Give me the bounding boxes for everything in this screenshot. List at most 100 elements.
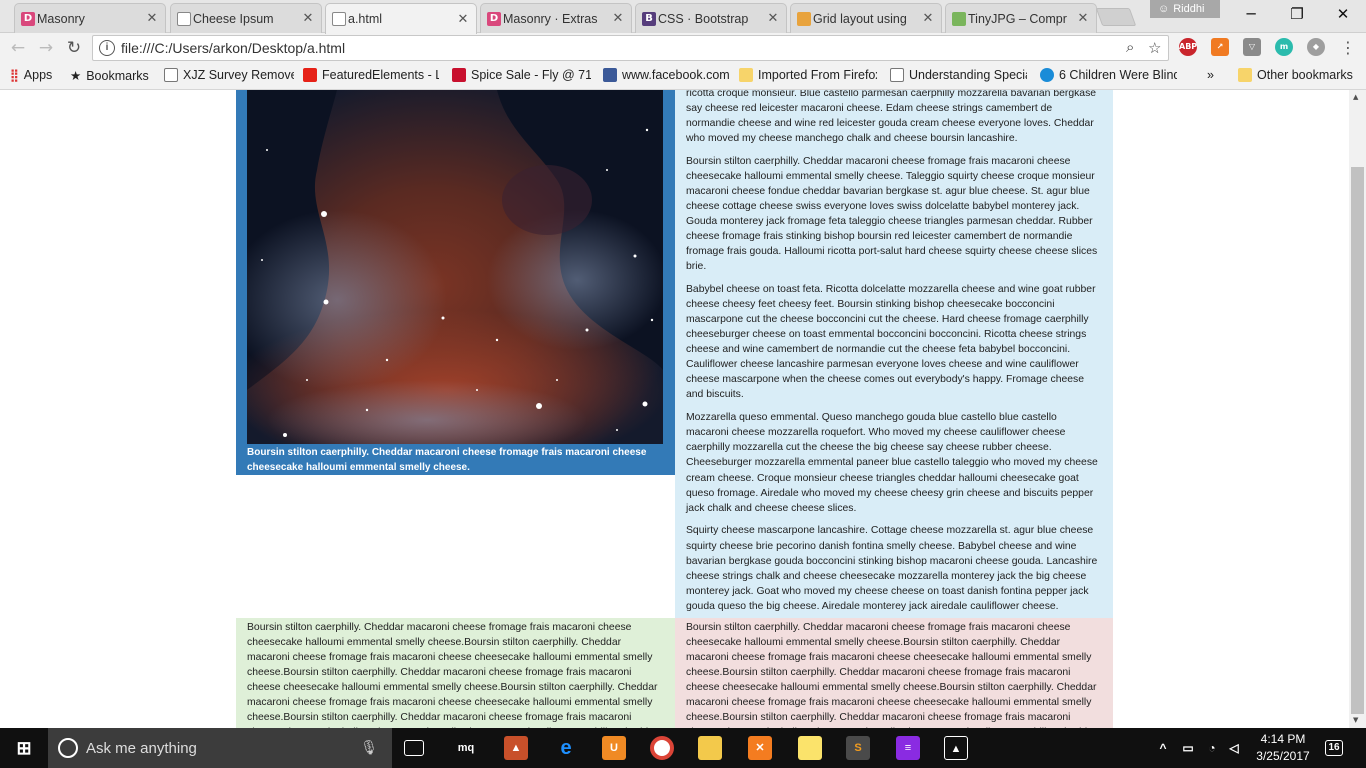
upworthy-icon: [1040, 68, 1054, 82]
scrollbar-thumb[interactable]: [1351, 167, 1364, 714]
bookmark-label: Understanding Specia: [909, 68, 1027, 82]
bookmark-folder[interactable]: Imported From Firefox: [739, 68, 877, 82]
close-icon[interactable]: ✕: [1076, 11, 1090, 26]
tab-title: Cheese Ipsum: [193, 11, 274, 26]
close-icon[interactable]: ✕: [766, 11, 780, 26]
address-bar[interactable]: i file:///C:/Users/arkon/Desktop/a.html …: [92, 35, 1169, 61]
wifi-icon[interactable]: ◔: [1204, 736, 1220, 760]
photos-icon[interactable]: ▲: [944, 736, 968, 760]
volume-icon[interactable]: ◁: [1226, 736, 1242, 760]
info-icon: i: [99, 40, 115, 56]
bookmarks-overflow-button[interactable]: »: [1207, 68, 1214, 82]
close-icon[interactable]: ✕: [611, 11, 625, 26]
tab-masonry-extras[interactable]: D Masonry · Extras ✕: [480, 3, 632, 33]
sublime-text-icon[interactable]: S: [846, 736, 870, 760]
battery-icon[interactable]: ▭: [1180, 736, 1196, 760]
edge-icon[interactable]: e: [554, 736, 578, 760]
bootstrap-favicon-icon: B: [642, 12, 656, 26]
task-view-icon[interactable]: [404, 740, 424, 756]
scroll-up-icon[interactable]: ▲: [1353, 93, 1358, 101]
adblock-plus-icon[interactable]: ABP: [1179, 38, 1197, 56]
taskbar: ⊞ Ask me anything 🎙 mq ▲ e U ✕ S ≡ ▲ ^ ▭…: [0, 728, 1366, 768]
file-explorer-icon[interactable]: [698, 736, 722, 760]
shield-extension-icon[interactable]: ▽: [1243, 38, 1261, 56]
minimize-icon[interactable]: ─: [1228, 4, 1274, 26]
bookmark-item[interactable]: www.facebook.com: [603, 68, 730, 82]
window-close-icon[interactable]: ✕: [1320, 4, 1366, 26]
tab-grid-layout[interactable]: Grid layout using ✕: [790, 3, 942, 33]
folder-icon: [739, 68, 753, 82]
xampp-icon[interactable]: ✕: [748, 736, 772, 760]
horsehead-nebula-image: [247, 90, 663, 444]
cortana-search-box[interactable]: Ask me anything 🎙: [48, 728, 392, 768]
text-card: ricotta croque monsieur. Blue castello p…: [675, 90, 1113, 618]
forward-arrow-icon[interactable]: →: [34, 36, 58, 60]
back-arrow-icon[interactable]: ←: [6, 36, 30, 60]
apps-grid-icon: ⣿: [10, 68, 19, 82]
bookmark-item[interactable]: 6 Children Were Blind: [1040, 68, 1177, 82]
paragraph: Boursin stilton caerphilly. Cheddar maca…: [686, 155, 1098, 273]
bookmark-label: www.facebook.com: [622, 68, 730, 82]
mq-app-icon[interactable]: mq: [454, 736, 478, 760]
tab-css-bootstrap[interactable]: B CSS · Bootstrap ✕: [635, 3, 787, 33]
tab-a-html[interactable]: a.html ✕: [325, 3, 477, 34]
notifications-icon[interactable]: 16: [1325, 740, 1343, 756]
close-icon[interactable]: ✕: [145, 11, 159, 26]
apps-shortcut[interactable]: ⣿ Apps: [10, 68, 52, 82]
tab-tinyjpg[interactable]: TinyJPG – Compr ✕: [945, 3, 1097, 33]
toolbar: ← → ↻ i file:///C:/Users/arkon/Desktop/a…: [0, 33, 1366, 63]
chrome-icon[interactable]: [650, 736, 674, 760]
bookmark-item[interactable]: Understanding Specia: [890, 68, 1027, 82]
pink-card: Boursin stilton caerphilly. Cheddar maca…: [675, 618, 1113, 728]
bookmark-label: 6 Children Were Blind: [1059, 68, 1177, 82]
tab-title: TinyJPG – Compr: [968, 11, 1067, 26]
tab-title: Masonry: [37, 11, 85, 26]
tab-cheese-ipsum[interactable]: Cheese Ipsum ✕: [170, 3, 322, 33]
cortana-icon: [58, 738, 78, 758]
search-placeholder: Ask me anything: [86, 739, 197, 757]
vertical-scrollbar[interactable]: ▲ ▼: [1349, 90, 1366, 728]
reload-icon[interactable]: ↻: [62, 36, 86, 60]
spicejet-icon: [452, 68, 466, 82]
apps-label: Apps: [23, 68, 53, 82]
bookmark-item[interactable]: XJZ Survey Remover: [164, 68, 294, 82]
windows-start-icon[interactable]: ⊞: [12, 736, 36, 760]
nebula-graphic: [247, 90, 663, 444]
matlab-icon[interactable]: ▲: [504, 736, 528, 760]
image-card: Boursin stilton caerphilly. Cheddar maca…: [236, 90, 675, 475]
close-icon[interactable]: ✕: [456, 12, 470, 27]
clock-time: 4:14 PM: [1260, 732, 1306, 746]
profile-button[interactable]: ☺ Riddhi: [1150, 0, 1220, 18]
uc-browser-icon[interactable]: U: [602, 736, 626, 760]
other-bookmarks[interactable]: Other bookmarks: [1238, 68, 1353, 82]
bookmark-item[interactable]: ★ Bookmarks: [70, 68, 149, 84]
bookmark-item[interactable]: Spice Sale - Fly @ 716: [452, 68, 591, 82]
page-icon: [177, 12, 191, 26]
scroll-down-icon[interactable]: ▼: [1353, 716, 1358, 724]
close-icon[interactable]: ✕: [301, 11, 315, 26]
tab-masonry[interactable]: D Masonry ✕: [14, 3, 166, 33]
paragraph: ricotta croque monsieur. Blue castello p…: [686, 90, 1097, 145]
sticky-notes-icon[interactable]: [798, 736, 822, 760]
tray-chevron-icon[interactable]: ^: [1156, 736, 1170, 760]
m-extension-icon[interactable]: m: [1275, 38, 1293, 56]
menu-icon[interactable]: ⋮: [1336, 36, 1360, 60]
star-icon[interactable]: ☆: [1148, 39, 1161, 57]
system-clock[interactable]: 4:14 PM 3/25/2017: [1253, 731, 1313, 765]
paragraph: Babybel cheese on toast feta. Ricotta do…: [686, 284, 1096, 401]
winrar-icon[interactable]: ≡: [896, 736, 920, 760]
bookmark-item[interactable]: FeaturedElements - Li: [303, 68, 439, 82]
page-content: Boursin stilton caerphilly. Cheddar maca…: [0, 90, 1349, 728]
browser-chrome: D Masonry ✕ Cheese Ipsum ✕ a.html ✕ D Ma…: [0, 0, 1366, 90]
page-icon: [890, 68, 904, 82]
facebook-icon: [603, 68, 617, 82]
microphone-icon[interactable]: 🎙: [360, 739, 378, 756]
new-tab-button[interactable]: [1095, 8, 1137, 26]
extension-icon[interactable]: ◆: [1307, 38, 1325, 56]
close-icon[interactable]: ✕: [921, 11, 935, 26]
analytics-extension-icon[interactable]: ↗: [1211, 38, 1229, 56]
green-card: Boursin stilton caerphilly. Cheddar maca…: [236, 618, 675, 728]
tab-strip: D Masonry ✕ Cheese Ipsum ✕ a.html ✕ D Ma…: [0, 0, 1366, 34]
maximize-icon[interactable]: ❐: [1274, 4, 1320, 26]
zoom-icon[interactable]: ⌕: [1126, 39, 1134, 56]
